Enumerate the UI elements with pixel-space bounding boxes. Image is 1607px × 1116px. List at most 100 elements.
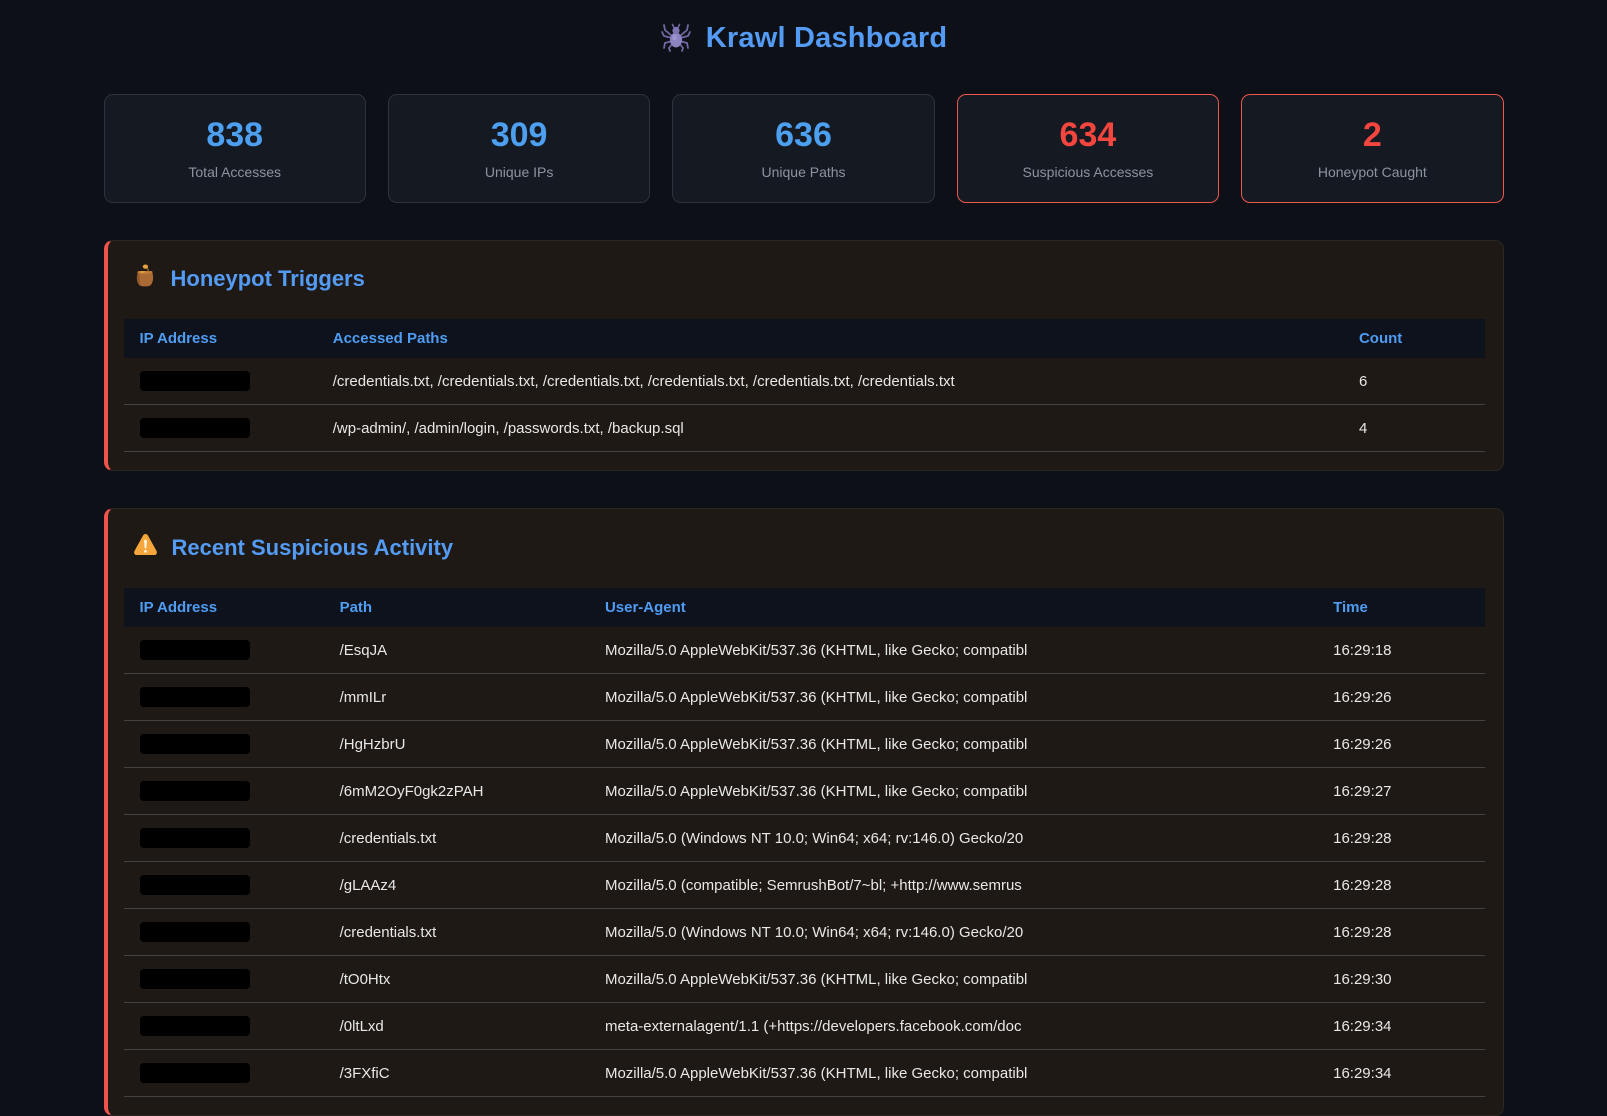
path-cell: /EsqJA: [324, 627, 589, 674]
stats-row: 838 Total Accesses 309 Unique IPs 636 Un…: [104, 94, 1504, 203]
ip-address-cell: [124, 768, 324, 815]
user-agent-cell: meta-externalagent/1.1 (+https://develop…: [589, 1003, 1317, 1050]
user-agent-cell: Mozilla/5.0 (Windows NT 10.0; Win64; x64…: [589, 815, 1317, 862]
paths-cell: /wp-admin/, /admin/login, /passwords.txt…: [317, 405, 1343, 452]
ip-address-cell: [124, 909, 324, 956]
activity-section-title: Recent Suspicious Activity: [132, 531, 1485, 564]
suspicious-activity-section: Recent Suspicious Activity IP Address Pa…: [104, 508, 1504, 1116]
user-agent-cell: Mozilla/5.0 AppleWebKit/537.36 (KHTML, l…: [589, 721, 1317, 768]
ip-redaction-bar: [140, 828, 250, 848]
ip-address-cell: [124, 405, 317, 452]
activity-col-ip-address: IP Address: [124, 588, 324, 627]
user-agent-cell: Mozilla/5.0 AppleWebKit/537.36 (KHTML, l…: [589, 627, 1317, 674]
table-row: /tO0HtxMozilla/5.0 AppleWebKit/537.36 (K…: [124, 956, 1485, 1003]
ip-redaction-bar: [140, 418, 250, 438]
path-cell: /gLAAz4: [324, 862, 589, 909]
ip-redaction-bar: [140, 1063, 250, 1083]
honeypot-table-body: /credentials.txt, /credentials.txt, /cre…: [124, 358, 1485, 452]
table-row: /6mM2OyF0gk2zPAHMozilla/5.0 AppleWebKit/…: [124, 768, 1485, 815]
user-agent-cell: Mozilla/5.0 AppleWebKit/537.36 (KHTML, l…: [589, 768, 1317, 815]
ip-redaction-bar: [140, 969, 250, 989]
stat-card-honeypot-caught: 2 Honeypot Caught: [1241, 94, 1503, 203]
ip-address-cell: [124, 1003, 324, 1050]
user-agent-cell: Mozilla/5.0 AppleWebKit/537.36 (KHTML, l…: [589, 956, 1317, 1003]
ip-address-cell: [124, 627, 324, 674]
stat-value: 838: [206, 117, 263, 154]
stat-value: 634: [1060, 117, 1117, 154]
honeypot-table-header-row: IP Address Accessed Paths Count: [124, 319, 1485, 358]
stat-card-total-accesses: 838 Total Accesses: [104, 94, 366, 203]
ip-redaction-bar: [140, 734, 250, 754]
time-cell: 16:29:34: [1317, 1003, 1484, 1050]
ip-address-cell: [124, 674, 324, 721]
honeypot-triggers-section: Honeypot Triggers IP Address Accessed Pa…: [104, 240, 1504, 471]
user-agent-cell: Mozilla/5.0 AppleWebKit/537.36 (KHTML, l…: [589, 1050, 1317, 1097]
path-cell: /credentials.txt: [324, 909, 589, 956]
time-cell: 16:29:28: [1317, 862, 1484, 909]
ip-redaction-bar: [140, 371, 250, 391]
ip-redaction-bar: [140, 687, 250, 707]
path-cell: /credentials.txt: [324, 815, 589, 862]
ip-redaction-bar: [140, 1016, 250, 1036]
honeypot-table: IP Address Accessed Paths Count /credent…: [124, 319, 1485, 452]
paths-cell: /credentials.txt, /credentials.txt, /cre…: [317, 358, 1343, 405]
page-title: Krawl Dashboard: [706, 22, 948, 55]
honeypot-col-count: Count: [1343, 319, 1485, 358]
ip-address-cell: [124, 1050, 324, 1097]
stat-label: Honeypot Caught: [1318, 164, 1427, 180]
path-cell: /mmILr: [324, 674, 589, 721]
user-agent-cell: Mozilla/5.0 (compatible; SemrushBot/7~bl…: [589, 862, 1317, 909]
time-cell: 16:29:30: [1317, 956, 1484, 1003]
path-cell: /6mM2OyF0gk2zPAH: [324, 768, 589, 815]
count-cell: 6: [1343, 358, 1485, 405]
time-cell: 16:29:34: [1317, 1050, 1484, 1097]
table-row: /HgHzbrUMozilla/5.0 AppleWebKit/537.36 (…: [124, 721, 1485, 768]
path-cell: /HgHzbrU: [324, 721, 589, 768]
honeypot-icon: [132, 263, 158, 295]
table-row: /mmILrMozilla/5.0 AppleWebKit/537.36 (KH…: [124, 674, 1485, 721]
honeypot-section-title-text: Honeypot Triggers: [171, 266, 365, 292]
activity-col-time: Time: [1317, 588, 1484, 627]
stat-card-unique-paths: 636 Unique Paths: [672, 94, 934, 203]
stat-value: 2: [1363, 117, 1382, 154]
ip-address-cell: [124, 815, 324, 862]
count-cell: 4: [1343, 405, 1485, 452]
spider-icon: [660, 20, 692, 57]
ip-address-cell: [124, 721, 324, 768]
time-cell: 16:29:26: [1317, 674, 1484, 721]
ip-redaction-bar: [140, 781, 250, 801]
path-cell: /0ltLxd: [324, 1003, 589, 1050]
time-cell: 16:29:28: [1317, 815, 1484, 862]
stat-card-suspicious-accesses: 634 Suspicious Accesses: [957, 94, 1219, 203]
activity-table: IP Address Path User-Agent Time /EsqJAMo…: [124, 588, 1485, 1097]
table-row: /EsqJAMozilla/5.0 AppleWebKit/537.36 (KH…: [124, 627, 1485, 674]
ip-address-cell: [124, 862, 324, 909]
table-row: /gLAAz4Mozilla/5.0 (compatible; SemrushB…: [124, 862, 1485, 909]
path-cell: /tO0Htx: [324, 956, 589, 1003]
stat-value: 636: [775, 117, 832, 154]
ip-address-cell: [124, 358, 317, 405]
table-row: /3FXfiCMozilla/5.0 AppleWebKit/537.36 (K…: [124, 1050, 1485, 1097]
dashboard-container: Krawl Dashboard 838 Total Accesses 309 U…: [104, 0, 1504, 1116]
stat-value: 309: [491, 117, 548, 154]
honeypot-col-ip-address: IP Address: [124, 319, 317, 358]
activity-table-header-row: IP Address Path User-Agent Time: [124, 588, 1485, 627]
user-agent-cell: Mozilla/5.0 (Windows NT 10.0; Win64; x64…: [589, 909, 1317, 956]
time-cell: 16:29:28: [1317, 909, 1484, 956]
ip-address-cell: [124, 956, 324, 1003]
ip-redaction-bar: [140, 875, 250, 895]
time-cell: 16:29:26: [1317, 721, 1484, 768]
warning-icon: [132, 531, 159, 564]
activity-table-body: /EsqJAMozilla/5.0 AppleWebKit/537.36 (KH…: [124, 627, 1485, 1097]
table-row: /credentials.txtMozilla/5.0 (Windows NT …: [124, 909, 1485, 956]
activity-col-user-agent: User-Agent: [589, 588, 1317, 627]
table-row: /credentials.txt, /credentials.txt, /cre…: [124, 358, 1485, 405]
ip-redaction-bar: [140, 922, 250, 942]
stat-card-unique-ips: 309 Unique IPs: [388, 94, 650, 203]
stat-label: Unique Paths: [761, 164, 845, 180]
ip-redaction-bar: [140, 640, 250, 660]
activity-col-path: Path: [324, 588, 589, 627]
stat-label: Unique IPs: [485, 164, 553, 180]
time-cell: 16:29:27: [1317, 768, 1484, 815]
honeypot-section-title: Honeypot Triggers: [132, 263, 1485, 295]
